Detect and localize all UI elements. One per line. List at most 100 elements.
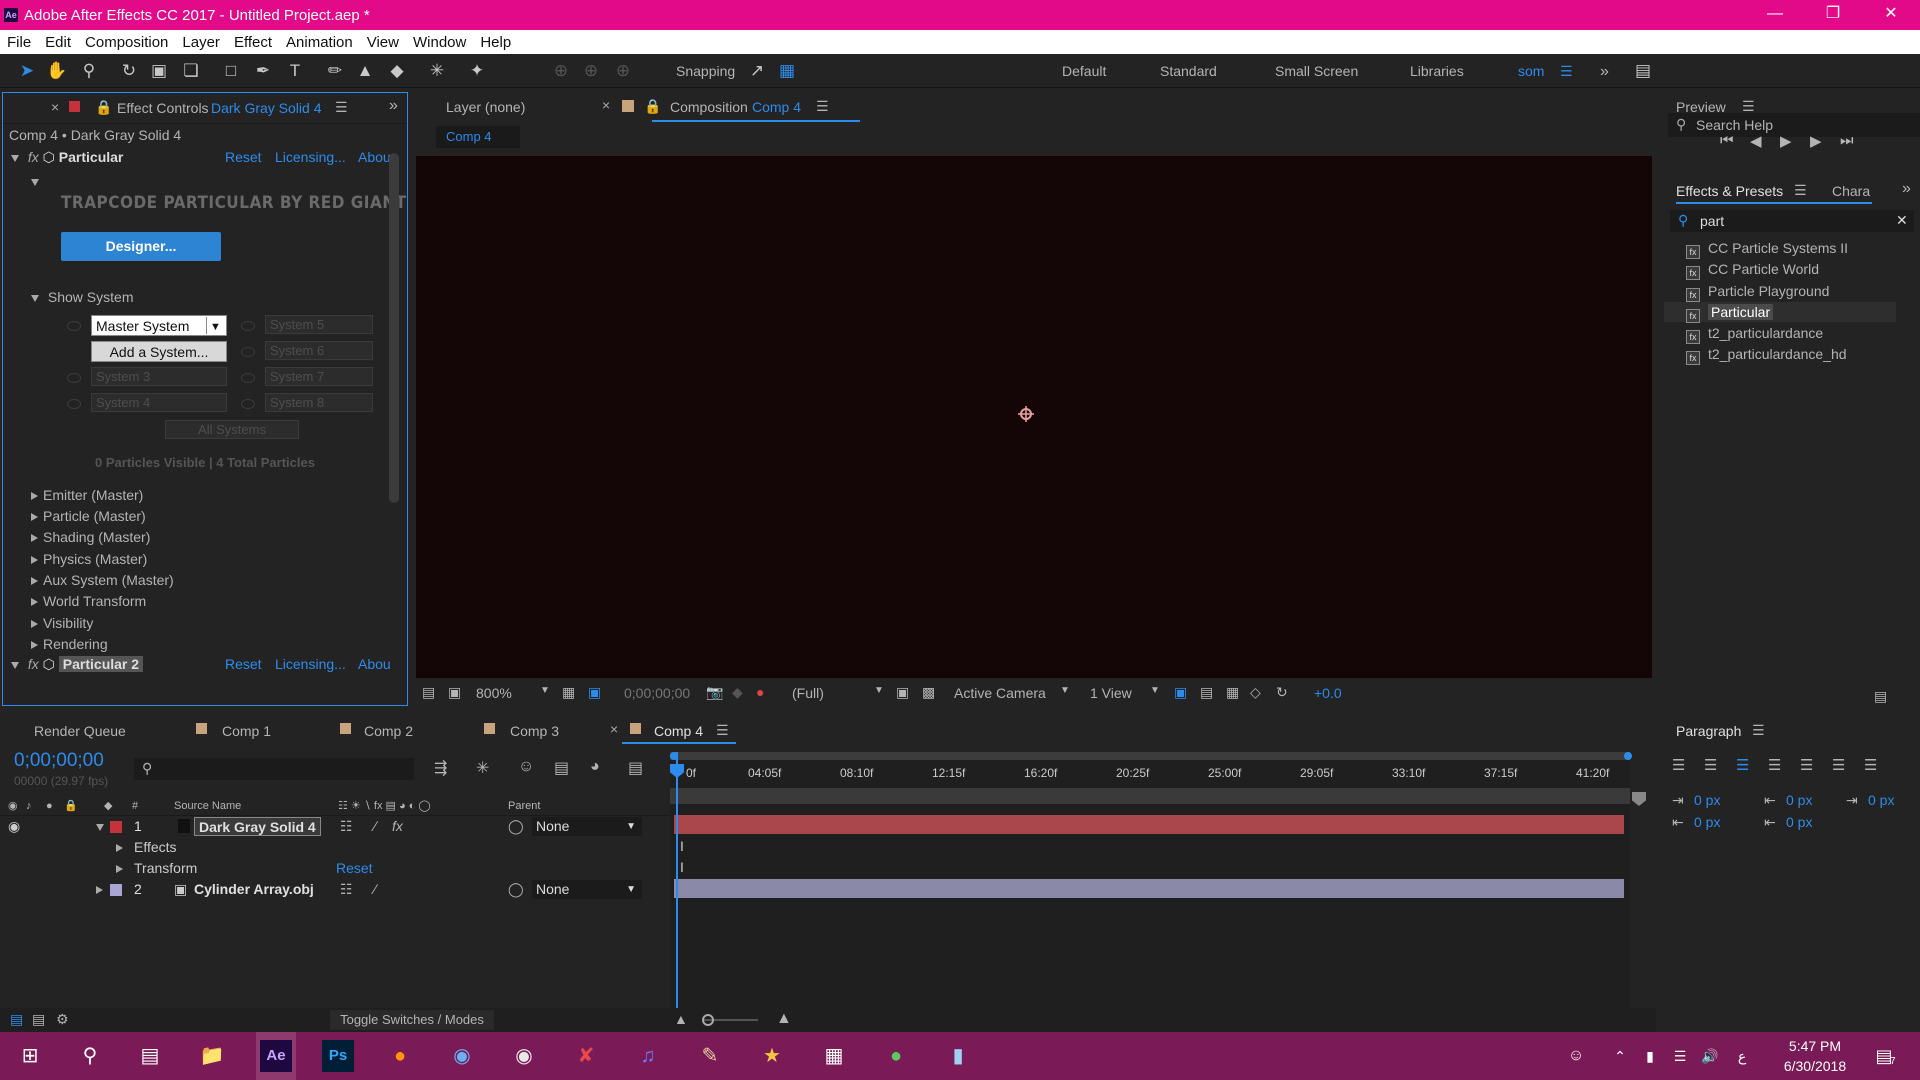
- chevron-down-icon[interactable]: ▼: [1150, 685, 1160, 696]
- panel-menu-icon[interactable]: ☰: [335, 99, 348, 116]
- timeline-search-input[interactable]: ⚲: [134, 758, 414, 780]
- show-system-toggle-icon[interactable]: [31, 295, 39, 302]
- language-icon[interactable]: ع: [1726, 1040, 1758, 1072]
- brush-tool-icon[interactable]: ✏: [324, 60, 346, 82]
- system-5-field[interactable]: System 5: [265, 315, 373, 334]
- toggle-pixel-aspect-icon[interactable]: ▣: [1174, 684, 1187, 701]
- particular-2-about-link[interactable]: Abou: [358, 656, 391, 672]
- monitor-icon[interactable]: ▣: [448, 684, 461, 701]
- particular-licensing-link[interactable]: Licensing...: [275, 149, 346, 165]
- next-frame-icon[interactable]: ▶: [1810, 132, 1822, 150]
- zoom-out-icon[interactable]: ▲: [674, 1011, 688, 1027]
- quality-switch-icon[interactable]: ∕: [374, 816, 376, 837]
- justify-center-icon[interactable]: ☰: [1800, 756, 1813, 774]
- composition-tab-name[interactable]: Comp 4: [752, 99, 801, 115]
- render-queue-tab[interactable]: Render Queue: [34, 723, 126, 739]
- motion-blur-icon[interactable]: ◕: [590, 758, 600, 776]
- resolution-select[interactable]: (Full): [792, 685, 824, 701]
- timeline-icon[interactable]: ▦: [1226, 684, 1239, 701]
- lock-icon[interactable]: 🔒: [644, 98, 661, 115]
- expand-icon[interactable]: [31, 534, 38, 542]
- eye-icon[interactable]: [241, 347, 255, 357]
- more-tabs-icon[interactable]: »: [1902, 180, 1911, 198]
- lock-icon[interactable]: 🔒: [64, 796, 78, 816]
- transparency-grid-icon[interactable]: ▩: [922, 684, 935, 701]
- windows-start-icon[interactable]: ⊞: [14, 1040, 46, 1072]
- collapse-ui-icon[interactable]: [31, 179, 39, 186]
- firefox-taskbar-icon[interactable]: ●: [384, 1040, 416, 1072]
- selection-tool-icon[interactable]: ➤: [16, 60, 38, 82]
- draft-3d-icon[interactable]: ✳: [476, 758, 489, 778]
- exposure-value[interactable]: +0.0: [1314, 685, 1342, 701]
- eye-icon[interactable]: [67, 399, 81, 409]
- type-tool-icon[interactable]: T: [284, 60, 306, 82]
- snapshot-camera-icon[interactable]: 📷: [706, 684, 723, 701]
- expand-icon[interactable]: [31, 492, 38, 500]
- eye-icon[interactable]: [67, 321, 81, 331]
- graph-editor-icon[interactable]: ▤: [628, 758, 643, 778]
- flowchart-icon[interactable]: ◇: [1250, 684, 1261, 701]
- minimize-icon[interactable]: —: [1746, 0, 1804, 30]
- effect-item-t2-particulardance-hd[interactable]: fx t2_particulardance_hd: [1686, 344, 1847, 365]
- workspace-standard[interactable]: Standard: [1160, 63, 1217, 79]
- collapse-particular-2-icon[interactable]: [11, 662, 19, 669]
- mask-visibility-icon[interactable]: ▣: [588, 684, 601, 701]
- comp-flowchart-tab[interactable]: Comp 4: [436, 126, 520, 148]
- effects-property-row[interactable]: Effects: [0, 837, 670, 858]
- particular-2-licensing-link[interactable]: Licensing...: [275, 656, 346, 672]
- collapse-layer-icon[interactable]: [96, 816, 109, 837]
- view-layout-select[interactable]: 1 View: [1090, 685, 1132, 701]
- particular-about-link[interactable]: Abou: [358, 149, 391, 165]
- effect-controls-tab-label[interactable]: Effect Controls: [117, 100, 209, 116]
- camera-view-select[interactable]: Active Camera: [954, 685, 1046, 701]
- system-6-field[interactable]: System 6: [265, 341, 373, 360]
- restore-icon[interactable]: ❐: [1804, 0, 1862, 30]
- menu-effect[interactable]: Effect: [227, 34, 279, 51]
- people-icon[interactable]: ☺: [1560, 1040, 1592, 1072]
- effects-presets-title[interactable]: Effects & Presets: [1676, 183, 1783, 199]
- menu-composition[interactable]: Composition: [78, 34, 175, 51]
- zoom-slider-thumb[interactable]: [702, 1014, 714, 1026]
- first-line-indent-value[interactable]: 0 px: [1868, 792, 1894, 808]
- app-taskbar-icon[interactable]: ▮: [942, 1040, 974, 1072]
- menu-help[interactable]: Help: [473, 34, 518, 51]
- music-app-taskbar-icon[interactable]: ♫: [632, 1040, 664, 1072]
- camera-tool-icon[interactable]: ▣: [148, 60, 170, 82]
- anchor-point-icon[interactable]: [1018, 406, 1034, 422]
- effect-scrollbar[interactable]: [389, 153, 399, 503]
- space-after-value[interactable]: 0 px: [1786, 814, 1812, 830]
- label-tag-icon[interactable]: ◆: [104, 796, 112, 816]
- character-tab[interactable]: Chara: [1832, 183, 1870, 199]
- preview-title[interactable]: Preview: [1676, 99, 1726, 115]
- zoom-in-icon[interactable]: ▲: [776, 1010, 792, 1028]
- close-tab-icon[interactable]: ×: [51, 99, 59, 115]
- eye-icon[interactable]: [241, 321, 255, 331]
- paragraph-title[interactable]: Paragraph: [1676, 723, 1741, 739]
- shy-switch-icon[interactable]: ☷: [340, 879, 353, 900]
- effect-name-particular[interactable]: Particular: [59, 149, 124, 165]
- stretch-toggle-icon[interactable]: ⚙: [56, 1011, 69, 1028]
- chevron-down-icon[interactable]: ▼: [540, 685, 550, 696]
- effects-search-field[interactable]: ⚲ part ✕: [1670, 210, 1914, 232]
- layer-name[interactable]: Cylinder Array.obj: [194, 879, 314, 900]
- frame-blending-icon[interactable]: ▤: [554, 758, 569, 778]
- align-right-icon[interactable]: ☰: [1736, 756, 1749, 774]
- group-shading[interactable]: Shading (Master): [43, 529, 150, 545]
- indent-left-value[interactable]: 0 px: [1694, 792, 1720, 808]
- comp-end-marker[interactable]: [1632, 792, 1646, 806]
- file-explorer-icon[interactable]: 📁: [196, 1040, 228, 1072]
- photoshop-taskbar-icon[interactable]: Ps: [322, 1040, 354, 1072]
- menu-animation[interactable]: Animation: [279, 34, 360, 51]
- expand-icon[interactable]: [31, 513, 38, 521]
- panel-toggle-icon[interactable]: ▤: [1632, 60, 1654, 82]
- panel-menu-icon[interactable]: ☰: [1742, 98, 1755, 115]
- layer-viewer-tab[interactable]: Layer (none): [446, 99, 525, 115]
- timeline-graph-area[interactable]: 0f 04:05f 08:10f 12:15f 16:20f 20:25f 25…: [670, 752, 1646, 1032]
- workspace-default[interactable]: Default: [1062, 63, 1106, 79]
- timeline-tab-comp-1[interactable]: Comp 1: [222, 723, 271, 739]
- fast-previews-icon[interactable]: ▤: [1200, 684, 1213, 701]
- transform-group-label[interactable]: Transform: [134, 858, 197, 879]
- pan-behind-tool-icon[interactable]: ❏: [180, 60, 202, 82]
- current-time-display[interactable]: 0;00;00;00: [14, 750, 104, 772]
- toggle-switches-modes-button[interactable]: Toggle Switches / Modes: [330, 1010, 494, 1030]
